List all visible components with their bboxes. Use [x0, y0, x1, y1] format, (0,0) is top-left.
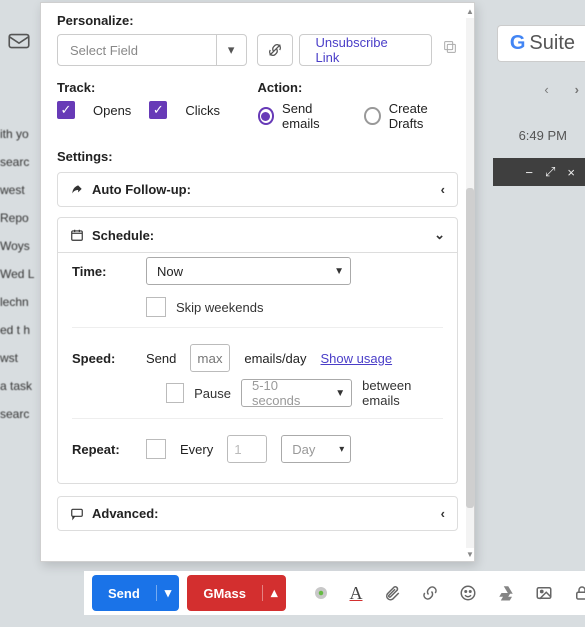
create-drafts-radio[interactable]	[364, 107, 381, 125]
auto-followup-accordion[interactable]: Auto Follow-up: ‹	[57, 172, 458, 207]
repeat-every-text: Every	[180, 442, 213, 457]
prev-arrow-icon[interactable]: ‹	[544, 82, 548, 97]
clicks-checkbox[interactable]: ✓	[149, 101, 167, 119]
pager-arrows: ‹ ›	[544, 82, 579, 97]
speed-send-text: Send	[146, 351, 176, 366]
emoji-icon[interactable]	[459, 584, 477, 602]
time-select[interactable]: Now ▼	[146, 257, 351, 285]
reply-arrow-icon	[70, 183, 84, 197]
chevron-left-icon: ‹	[441, 506, 445, 521]
chevron-down-icon: ▼	[335, 388, 345, 399]
gsuite-badge: G Suite	[497, 25, 585, 62]
format-color-icon[interactable]	[312, 584, 330, 602]
remove-link-button[interactable]	[257, 34, 293, 66]
next-arrow-icon[interactable]: ›	[575, 82, 579, 97]
gsuite-g: G	[510, 32, 526, 55]
select-field-placeholder: Select Field	[70, 43, 138, 58]
advanced-accordion[interactable]: Advanced: ‹	[57, 496, 458, 531]
chat-icon	[70, 507, 84, 521]
skip-weekends-label: Skip weekends	[176, 300, 263, 315]
text-format-icon[interactable]: A	[350, 583, 363, 604]
compose-toolbar: Send ▾ GMass ▴ A	[84, 571, 585, 615]
background-thread-list: ith yosearcwestRepoWoysWed Llechned t hw…	[0, 120, 45, 428]
settings-label: Settings:	[57, 149, 458, 164]
show-usage-link[interactable]: Show usage	[321, 351, 393, 366]
addon-envelope-icon[interactable]	[6, 28, 32, 54]
message-time: 6:49 PM	[519, 128, 567, 143]
pause-label: Pause	[194, 386, 231, 401]
repeat-checkbox[interactable]	[146, 439, 166, 459]
send-emails-label: Send emails	[282, 101, 346, 131]
pause-checkbox[interactable]	[166, 383, 184, 403]
opens-checkbox[interactable]: ✓	[57, 101, 75, 119]
gmass-button[interactable]: GMass ▴	[187, 575, 285, 611]
pause-duration-select[interactable]: 5-10 seconds ▼	[241, 379, 352, 407]
send-options-caret[interactable]: ▾	[156, 585, 180, 601]
repeat-label: Repeat:	[72, 442, 132, 457]
opens-label: Opens	[93, 103, 131, 118]
advanced-label: Advanced:	[92, 506, 158, 521]
lock-icon[interactable]	[573, 584, 585, 602]
send-emails-radio[interactable]	[258, 107, 275, 125]
compose-window-controls: − ⤢ ×	[493, 158, 585, 186]
chevron-down-icon: ⌄	[434, 227, 445, 243]
schedule-body: Time: Now ▼ Skip weekends Speed: Send em…	[57, 243, 458, 484]
expand-icon[interactable]: ⤢	[545, 164, 555, 180]
image-icon[interactable]	[535, 584, 553, 602]
pause-suffix: between emails	[362, 378, 443, 408]
chevron-down-icon: ▾	[216, 35, 246, 65]
create-drafts-label: Create Drafts	[389, 101, 458, 131]
calendar-icon	[70, 228, 84, 242]
skip-weekends-checkbox[interactable]	[146, 297, 166, 317]
repeat-count-input[interactable]	[227, 435, 267, 463]
personalize-label: Personalize:	[57, 13, 458, 28]
attachment-icon[interactable]	[383, 584, 401, 602]
time-label: Time:	[72, 264, 132, 279]
unsubscribe-link-button[interactable]: Unsubscribe Link	[299, 34, 432, 66]
chevron-down-icon: ▼	[334, 266, 344, 277]
action-label: Action:	[258, 80, 459, 95]
speed-input[interactable]	[190, 344, 230, 372]
chevron-left-icon: ‹	[441, 182, 445, 197]
clicks-label: Clicks	[185, 103, 220, 118]
gmass-options-caret[interactable]: ▴	[262, 585, 286, 601]
panel-scrollbar[interactable]: ▲ ▼	[466, 7, 474, 559]
schedule-label: Schedule:	[92, 228, 154, 243]
speed-suffix: emails/day	[244, 351, 306, 366]
drive-icon[interactable]	[497, 584, 515, 602]
repeat-unit-select[interactable]: Day ▾	[281, 435, 351, 463]
auto-followup-label: Auto Follow-up:	[92, 182, 191, 197]
send-button[interactable]: Send ▾	[92, 575, 179, 611]
link-icon[interactable]	[421, 584, 439, 602]
close-icon[interactable]: ×	[567, 165, 575, 180]
speed-label: Speed:	[72, 351, 132, 366]
personalize-field-select[interactable]: Select Field ▾	[57, 34, 247, 66]
gmass-settings-panel: Personalize: Select Field ▾ Unsubscribe …	[40, 2, 475, 562]
minimize-icon[interactable]: −	[525, 165, 533, 180]
chevron-down-icon: ▾	[339, 444, 344, 455]
track-label: Track:	[57, 80, 258, 95]
copy-icon[interactable]	[442, 39, 458, 55]
